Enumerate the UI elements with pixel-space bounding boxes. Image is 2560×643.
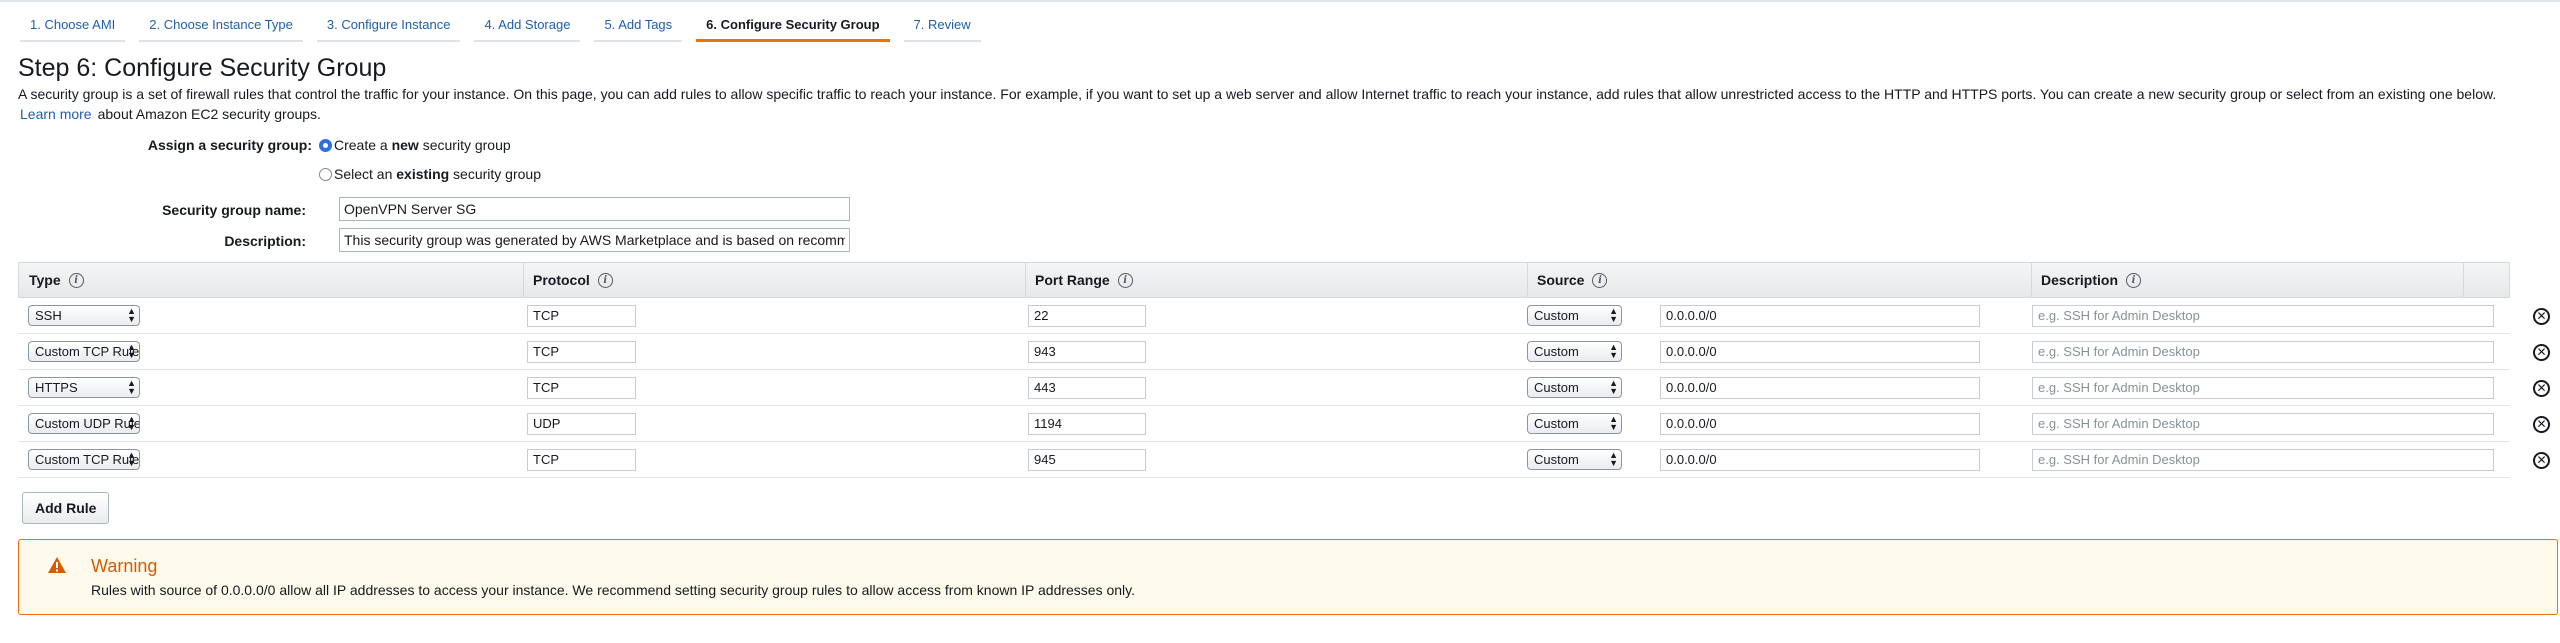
- group-name-label: Security group name:: [162, 202, 306, 218]
- type-select[interactable]: HTTPS ▲ ▼: [28, 377, 140, 398]
- radio-create-new-indicator[interactable]: [319, 138, 332, 152]
- source-select[interactable]: Custom ▲ ▼: [1527, 377, 1622, 398]
- learn-more-line: Learn more about Amazon EC2 security grou…: [20, 106, 321, 122]
- rule-description-input[interactable]: e.g. SSH for Admin Desktop: [2032, 341, 2494, 363]
- description-input[interactable]: [339, 228, 850, 252]
- rule-description-input[interactable]: e.g. SSH for Admin Desktop: [2032, 305, 2494, 327]
- radio-select-existing-group[interactable]: Select an existing security group: [319, 166, 541, 182]
- header-source: Source i: [1527, 263, 1608, 297]
- port-range-input[interactable]: 443: [1028, 377, 1146, 399]
- port-range-input[interactable]: 943: [1028, 341, 1146, 363]
- chevron-updown-icon: ▲ ▼: [1609, 450, 1618, 468]
- warning-triangle-icon: [48, 557, 66, 573]
- tab-review[interactable]: 7. Review: [903, 12, 981, 42]
- remove-circle-icon[interactable]: ✕: [2533, 416, 2550, 433]
- radio-select-existing-indicator[interactable]: [319, 167, 332, 181]
- port-range-input[interactable]: 945: [1028, 449, 1146, 471]
- chevron-updown-icon: ▲ ▼: [127, 342, 136, 360]
- page-title: Step 6: Configure Security Group: [18, 54, 387, 82]
- remove-circle-icon[interactable]: ✕: [2533, 344, 2550, 361]
- header-port-range: Port Range i: [1025, 263, 1133, 297]
- table-row: SSH ▲ ▼ TCP 22 Custom ▲ ▼ 0.0.0.0/0 e.g. SSH…: [18, 298, 2550, 334]
- intro-text: A security group is a set of firewall ru…: [18, 86, 2497, 102]
- learn-more-link[interactable]: Learn more: [20, 106, 92, 122]
- info-icon[interactable]: i: [1592, 272, 1608, 288]
- rule-description-input[interactable]: e.g. SSH for Admin Desktop: [2032, 377, 2494, 399]
- assign-group-label: Assign a security group:: [147, 137, 312, 153]
- chevron-updown-icon: ▲ ▼: [1609, 306, 1618, 324]
- warning-text: Rules with source of 0.0.0.0/0 allow all…: [91, 582, 1136, 598]
- source-cidr-input[interactable]: 0.0.0.0/0: [1660, 305, 1980, 327]
- tab-configure-instance[interactable]: 3. Configure Instance: [316, 12, 461, 42]
- warning-title: Warning: [91, 556, 158, 576]
- rule-description-input[interactable]: e.g. SSH for Admin Desktop: [2032, 449, 2494, 471]
- protocol-field: TCP: [527, 449, 636, 471]
- chevron-updown-icon: ▲ ▼: [1609, 414, 1618, 432]
- source-cidr-input[interactable]: 0.0.0.0/0: [1660, 449, 1980, 471]
- port-range-input[interactable]: 22: [1028, 305, 1146, 327]
- top-border: [0, 0, 2560, 2]
- header-protocol: Protocol i: [523, 263, 613, 297]
- table-row: HTTPS ▲ ▼ TCP 443 Custom ▲ ▼ 0.0.0.0/0 e.g. …: [18, 370, 2550, 406]
- type-select[interactable]: Custom TCP Rule ▲ ▼: [28, 449, 140, 470]
- source-select[interactable]: Custom ▲ ▼: [1527, 413, 1622, 434]
- source-cidr-input[interactable]: 0.0.0.0/0: [1660, 377, 1980, 399]
- table-row: Custom TCP Rule ▲ ▼ TCP 945 Custom ▲ ▼ 0.0.0…: [18, 442, 2550, 478]
- type-select[interactable]: SSH ▲ ▼: [28, 305, 140, 326]
- tab-choose-instance-type[interactable]: 2. Choose Instance Type: [139, 12, 303, 42]
- remove-circle-icon[interactable]: ✕: [2533, 380, 2550, 397]
- chevron-updown-icon: ▲ ▼: [127, 378, 136, 396]
- table-row: Custom TCP Rule ▲ ▼ TCP 943 Custom ▲ ▼ 0.0.0…: [18, 334, 2550, 370]
- tab-configure-security-group[interactable]: 6. Configure Security Group: [696, 12, 890, 42]
- protocol-field: UDP: [527, 413, 636, 435]
- info-icon[interactable]: i: [597, 272, 613, 288]
- protocol-field: TCP: [527, 341, 636, 363]
- source-select[interactable]: Custom ▲ ▼: [1527, 449, 1622, 470]
- learn-more-suffix: about Amazon EC2 security groups.: [97, 106, 321, 122]
- tab-choose-ami[interactable]: 1. Choose AMI: [20, 12, 126, 42]
- type-select[interactable]: Custom UDP Rule ▲ ▼: [28, 413, 140, 434]
- radio-select-existing-label: Select an existing security group: [334, 166, 541, 182]
- rules-table: Type i Protocol i Port Range i Source i Desc…: [18, 262, 2550, 478]
- chevron-updown-icon: ▲ ▼: [127, 414, 136, 432]
- source-cidr-input[interactable]: 0.0.0.0/0: [1660, 413, 1980, 435]
- rule-description-input[interactable]: e.g. SSH for Admin Desktop: [2032, 413, 2494, 435]
- chevron-updown-icon: ▲ ▼: [1609, 342, 1618, 360]
- chevron-updown-icon: ▲ ▼: [1609, 378, 1618, 396]
- description-label: Description:: [224, 233, 306, 249]
- add-rule-button[interactable]: Add Rule: [22, 492, 110, 524]
- header-description: Description i: [2031, 263, 2142, 297]
- source-select[interactable]: Custom ▲ ▼: [1527, 305, 1622, 326]
- port-range-input[interactable]: 1194: [1028, 413, 1146, 435]
- protocol-field: TCP: [527, 377, 636, 399]
- remove-circle-icon[interactable]: ✕: [2533, 452, 2550, 469]
- tab-add-storage[interactable]: 4. Add Storage: [474, 12, 581, 42]
- header-type: Type i: [19, 263, 84, 297]
- source-select[interactable]: Custom ▲ ▼: [1527, 341, 1622, 362]
- table-row: Custom UDP Rule ▲ ▼ UDP 1194 Custom ▲ ▼ 0.0.…: [18, 406, 2550, 442]
- info-icon[interactable]: i: [2126, 272, 2142, 288]
- wizard-tabs: 1. Choose AMI 2. Choose Instance Type 3.…: [20, 12, 995, 42]
- type-select[interactable]: Custom TCP Rule ▲ ▼: [28, 341, 140, 362]
- radio-create-new-label: Create a new security group: [334, 137, 511, 153]
- remove-circle-icon[interactable]: ✕: [2533, 308, 2550, 325]
- warning-box: Warning Rules with source of 0.0.0.0/0 a…: [18, 539, 2558, 615]
- protocol-field: TCP: [527, 305, 636, 327]
- info-icon[interactable]: i: [68, 272, 84, 288]
- rules-table-header: Type i Protocol i Port Range i Source i Desc…: [18, 262, 2510, 298]
- info-icon[interactable]: i: [1117, 272, 1133, 288]
- radio-create-new-group[interactable]: Create a new security group: [319, 137, 511, 153]
- chevron-updown-icon: ▲ ▼: [127, 306, 136, 324]
- source-cidr-input[interactable]: 0.0.0.0/0: [1660, 341, 1980, 363]
- group-name-input[interactable]: [339, 197, 850, 221]
- chevron-updown-icon: ▲ ▼: [127, 450, 136, 468]
- tab-add-tags[interactable]: 5. Add Tags: [594, 12, 683, 42]
